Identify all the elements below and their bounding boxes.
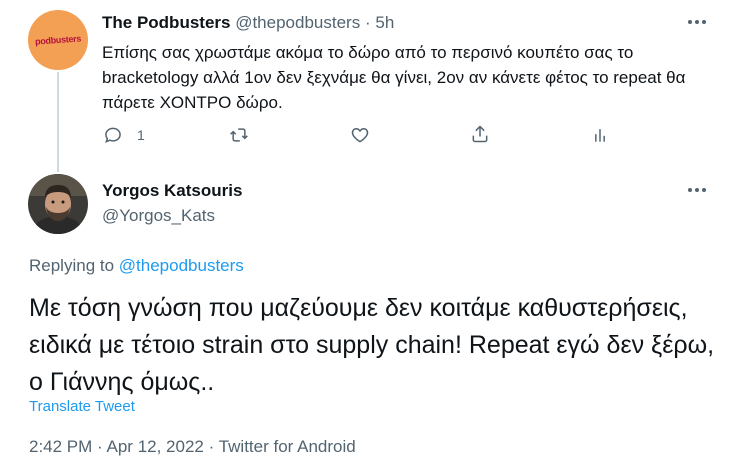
like-icon — [351, 127, 369, 143]
replying-to: Replying to @thepodbusters — [29, 256, 244, 276]
replying-to-link[interactable]: @thepodbusters — [119, 256, 244, 275]
tweet-metadata: 2:42 PM · Apr 12, 2022 · Twitter for And… — [29, 437, 356, 457]
separator-dot: · — [97, 437, 103, 456]
main-tweet-text: Με τόση γνώση που μαζεύουμε δεν κοιτάμε … — [29, 294, 715, 396]
translate-tweet-link[interactable]: Translate Tweet — [29, 398, 135, 415]
analytics-icon — [595, 129, 605, 142]
like-button[interactable] — [350, 125, 370, 145]
parent-author-name[interactable]: The Podbusters — [102, 13, 230, 32]
analytics-button[interactable] — [590, 125, 610, 145]
yorgos-avatar[interactable] — [28, 174, 88, 234]
tweet-date[interactable]: Apr 12, 2022 — [107, 437, 204, 456]
profile-photo — [28, 174, 88, 234]
replying-prefix: Replying to — [29, 256, 115, 275]
tweet-time[interactable]: 2:42 PM — [29, 437, 92, 456]
parent-tweet-header: The Podbusters @thepodbusters · 5h — [102, 13, 394, 33]
main-author-name[interactable]: Yorgos Katsouris — [102, 181, 242, 201]
tweet-source[interactable]: Twitter for Android — [219, 437, 356, 456]
reply-icon — [105, 127, 121, 144]
separator-dot: · — [364, 13, 371, 32]
reply-count: 1 — [137, 127, 145, 143]
parent-tweet-text: Επίσης σας χρωστάμε ακόμα το δώρο από το… — [102, 43, 686, 112]
share-button[interactable] — [470, 124, 490, 144]
reply-button[interactable]: 1 — [103, 125, 145, 145]
parent-tweet-time[interactable]: 5h — [375, 13, 394, 32]
parent-author-handle[interactable]: @thepodbusters — [235, 13, 360, 32]
retweet-icon — [230, 128, 248, 142]
more-icon[interactable] — [688, 188, 706, 192]
separator-dot: · — [208, 437, 215, 456]
more-icon[interactable] — [688, 20, 706, 24]
share-icon — [472, 125, 488, 143]
main-author-handle[interactable]: @Yorgos_Kats — [102, 206, 215, 226]
podbusters-avatar[interactable]: podbusters — [28, 10, 88, 70]
retweet-button[interactable] — [229, 125, 249, 145]
thread-connector-line — [57, 72, 59, 172]
podbusters-logo: podbusters — [34, 33, 82, 47]
